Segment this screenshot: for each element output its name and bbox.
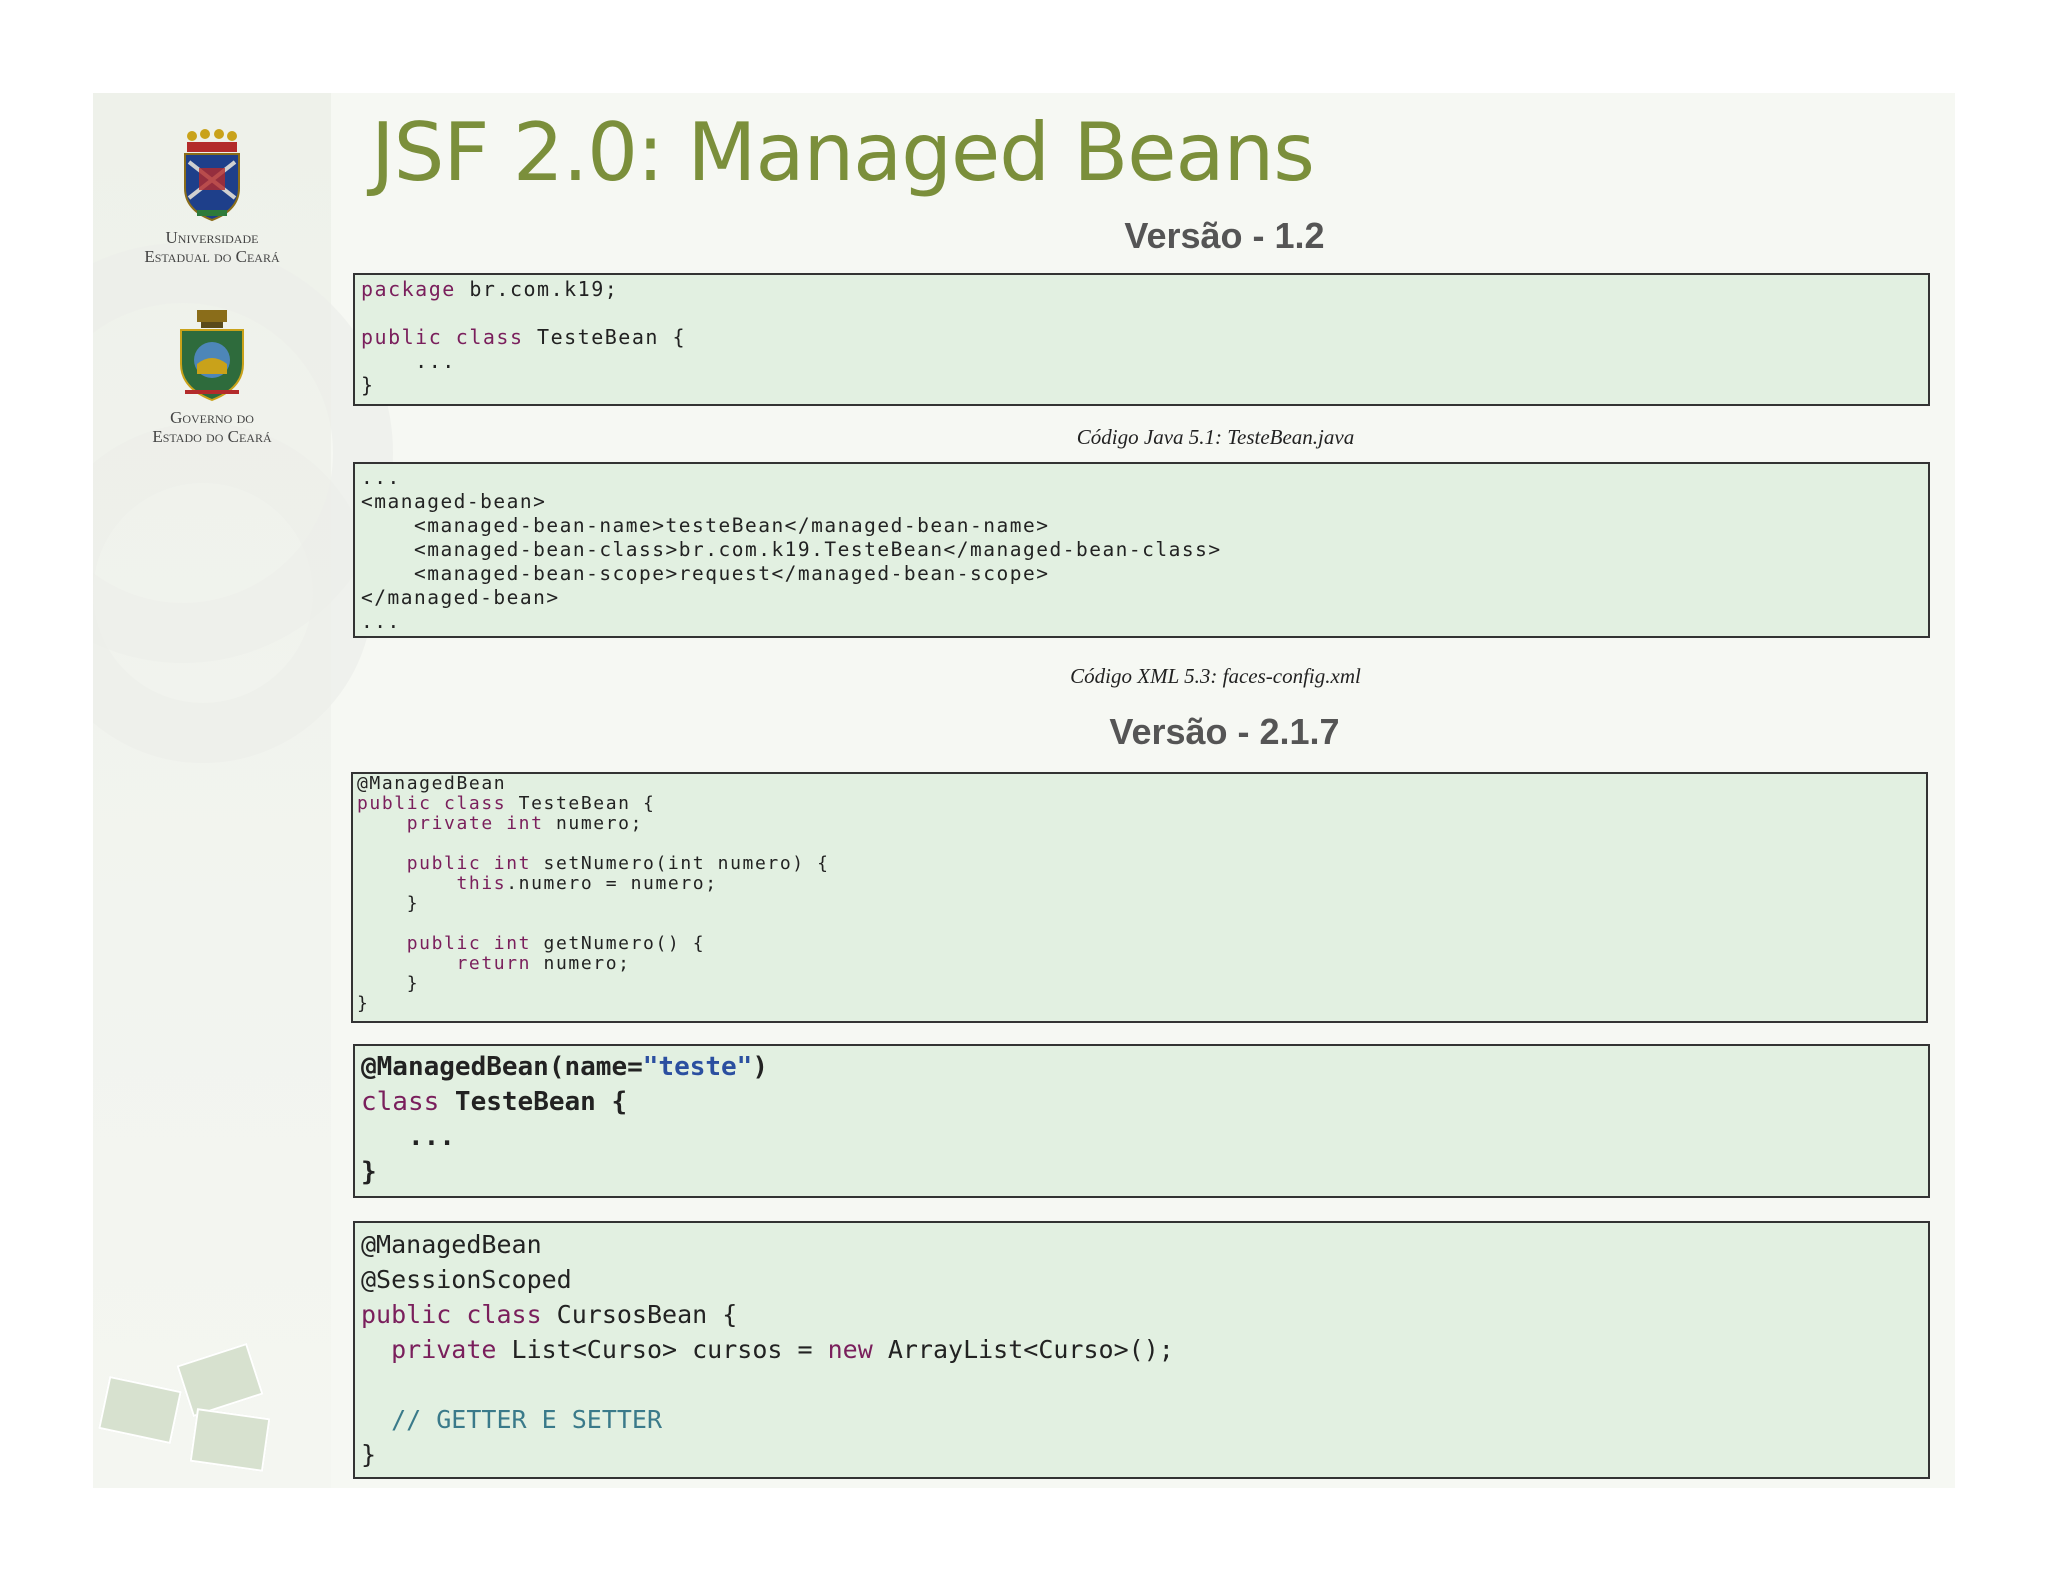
code-line: ... [361, 1122, 455, 1152]
code-text: @ManagedBean(name= [361, 1052, 643, 1082]
decorative-envelope-icon [176, 1342, 264, 1418]
code-line: @ManagedBean [357, 773, 507, 794]
xml-code-block: ... <managed-bean> <managed-bean-name>tes… [353, 462, 1930, 638]
code-text: ) [752, 1052, 768, 1082]
code-line: </managed-bean> [361, 586, 560, 609]
code-keyword: package [361, 277, 456, 301]
code-line: @SessionScoped [361, 1265, 572, 1294]
code-line: } [357, 893, 420, 914]
slide: Universidade Estadual do Ceará Governo d… [93, 93, 1955, 1488]
code-keyword: private [361, 1335, 497, 1364]
code-keyword: public int [357, 853, 532, 874]
state-coat-of-arms-icon [180, 310, 244, 402]
code-comment: // GETTER E SETTER [361, 1405, 663, 1434]
code-keyword: return [357, 953, 532, 974]
code-line: <managed-bean-name>testeBean</managed-be… [361, 514, 1050, 537]
java-code-caption: Código Java 5.1: TesteBean.java [1076, 425, 1355, 449]
xml-code-caption: Código XML 5.3: faces-config.xml [1070, 664, 1361, 688]
sidebar: Universidade Estadual do Ceará Governo d… [93, 93, 393, 1488]
code-line: ... [361, 466, 401, 489]
code-keyword: public class [357, 793, 507, 814]
version-heading-2-1-7: Versão - 2.1.7 [1109, 711, 1340, 752]
code-keyword: public class [361, 325, 524, 349]
code-text: CursosBean { [541, 1300, 738, 1329]
code-text: TesteBean { [506, 793, 656, 814]
decorative-envelope-icon [98, 1375, 182, 1445]
java-code-block: package br.com.k19; public class TesteBea… [353, 273, 1930, 406]
code-line: } [361, 1440, 377, 1469]
code-text: numero; [543, 813, 644, 834]
code-line: @ManagedBean [361, 1230, 542, 1259]
government-logo: Governo do Estado do Ceará [93, 308, 331, 446]
code-text: getNumero() { [531, 933, 706, 954]
page-title: JSF 2.0: Managed Beans [371, 106, 1315, 199]
code-line: } [357, 993, 370, 1014]
decorative-envelope-icon [189, 1408, 271, 1472]
code-text: br.com.k19; [455, 277, 619, 301]
version-heading-1-2: Versão - 1.2 [1124, 215, 1325, 256]
code-keyword: new [827, 1335, 873, 1364]
code-text: List<Curso> cursos = [496, 1335, 828, 1364]
code-keyword: this [357, 873, 507, 894]
code-keyword: class [361, 1087, 440, 1117]
university-crest-icon [184, 129, 240, 222]
code-line: <managed-bean-scope>request</managed-bea… [361, 562, 1050, 585]
code-text: .numero = numero; [506, 873, 718, 894]
code-keyword: private int [357, 813, 544, 834]
code-text: numero; [531, 953, 631, 974]
government-name-line2: Estado do Ceará [152, 427, 272, 446]
testebean-annotated-code-block: @ManagedBean public class TesteBean { pri… [351, 772, 1928, 1023]
code-text: TesteBean { [439, 1087, 628, 1117]
code-text: ... [361, 349, 456, 373]
cursosbean-code-block: @ManagedBean @SessionScoped public class C… [353, 1221, 1930, 1479]
code-text: } [361, 373, 375, 397]
code-text: setNumero(int numero) { [531, 853, 830, 874]
code-line: } [361, 1157, 377, 1187]
code-keyword: public class [361, 1300, 542, 1329]
code-line: ... [361, 610, 401, 633]
code-line: <managed-bean> [361, 490, 547, 513]
government-name-line1: Governo do [170, 408, 254, 427]
code-keyword: public int [357, 933, 532, 954]
named-bean-code-block: @ManagedBean(name="teste") class TesteBea… [353, 1044, 1930, 1198]
code-line: <managed-bean-class>br.com.k19.TesteBean… [361, 538, 1222, 561]
code-string: "teste" [642, 1052, 753, 1082]
code-text: ArrayList<Curso>(); [872, 1335, 1174, 1364]
code-text: TesteBean { [523, 325, 686, 349]
code-line: } [357, 973, 420, 994]
